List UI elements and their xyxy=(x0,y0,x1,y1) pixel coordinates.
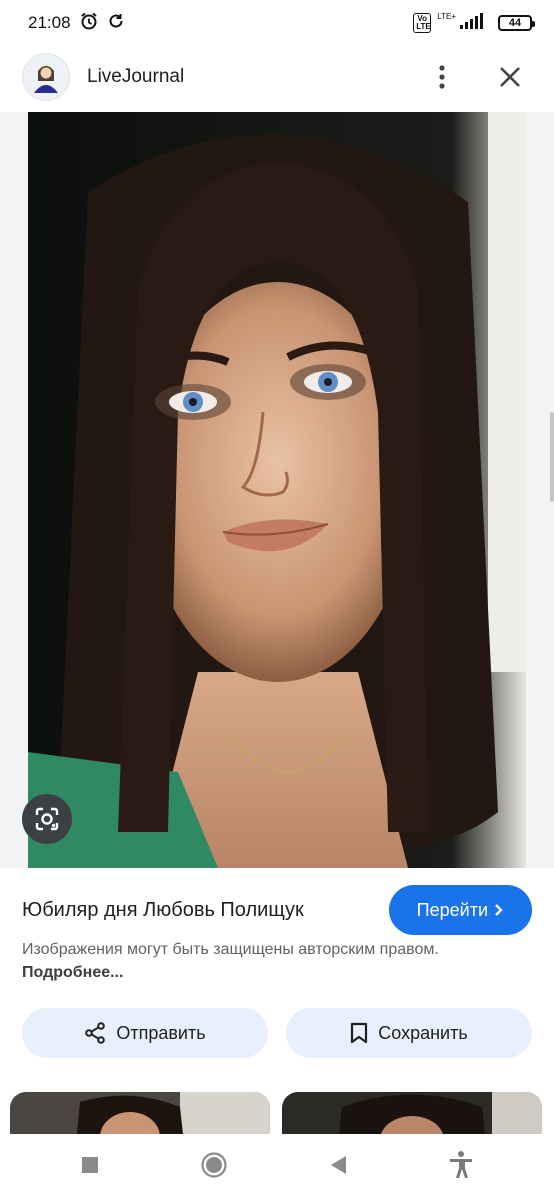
network-type: LTE+ xyxy=(437,11,456,21)
save-button[interactable]: Сохранить xyxy=(286,1008,532,1058)
sync-icon xyxy=(107,12,125,35)
page-title: Юбиляр дня Любовь Полищук xyxy=(22,898,304,921)
copyright-notice: Изображения могут быть защищены авторски… xyxy=(22,938,522,984)
site-name[interactable]: LiveJournal xyxy=(87,66,422,88)
back-triangle-icon xyxy=(330,1155,346,1174)
lens-button[interactable] xyxy=(22,794,72,844)
home-button[interactable] xyxy=(200,1151,228,1184)
more-options-button[interactable] xyxy=(422,57,462,97)
accessibility-icon xyxy=(449,1150,472,1178)
close-button[interactable] xyxy=(490,57,530,97)
visit-button[interactable]: Перейти xyxy=(388,885,532,935)
bookmark-icon xyxy=(351,1022,368,1044)
visit-button-label: Перейти xyxy=(416,899,488,920)
image-viewer xyxy=(0,112,554,868)
battery-icon: 44 xyxy=(498,15,535,31)
recents-square-icon xyxy=(81,1156,98,1173)
action-row: Отправить Сохранить xyxy=(22,1008,532,1058)
save-label: Сохранить xyxy=(378,1022,468,1043)
site-avatar[interactable] xyxy=(22,53,70,101)
accessibility-button[interactable] xyxy=(448,1150,474,1185)
status-bar: 21:08 Vo LTE LTE+ 44 xyxy=(0,0,554,46)
related-image-thumbnail[interactable] xyxy=(10,1092,270,1134)
home-circle-icon xyxy=(200,1151,227,1178)
back-button[interactable] xyxy=(329,1155,347,1180)
app-bar: LiveJournal xyxy=(0,46,554,108)
more-vert-icon xyxy=(439,65,445,89)
system-navigation-bar xyxy=(0,1134,554,1200)
scrollbar[interactable] xyxy=(550,412,554,502)
result-title-row: Юбиляр дня Любовь Полищук Перейти xyxy=(0,880,554,940)
lens-icon xyxy=(35,807,59,831)
learn-more-link[interactable]: Подробнее... xyxy=(22,964,123,981)
alarm-icon xyxy=(79,11,99,36)
volte-badge: Vo LTE xyxy=(413,13,432,33)
preview-image[interactable] xyxy=(28,112,526,868)
share-button[interactable]: Отправить xyxy=(22,1008,268,1058)
status-left: 21:08 xyxy=(28,11,125,36)
close-icon xyxy=(500,67,520,87)
chevron-right-icon xyxy=(495,904,503,916)
recents-button[interactable] xyxy=(81,1156,99,1179)
status-time: 21:08 xyxy=(28,13,71,32)
status-right: Vo LTE LTE+ 44 xyxy=(413,11,535,34)
related-image-thumbnail[interactable] xyxy=(282,1092,542,1134)
related-images xyxy=(0,1092,554,1134)
user-avatar-icon xyxy=(34,65,58,93)
signal-icon xyxy=(458,12,492,34)
share-icon xyxy=(85,1022,106,1044)
share-label: Отправить xyxy=(116,1022,206,1043)
battery-level: 44 xyxy=(508,17,522,29)
screen: 21:08 Vo LTE LTE+ 44 LiveJournal Юбиляр … xyxy=(0,0,554,1200)
copyright-text: Изображения могут быть защищены авторски… xyxy=(22,941,439,958)
